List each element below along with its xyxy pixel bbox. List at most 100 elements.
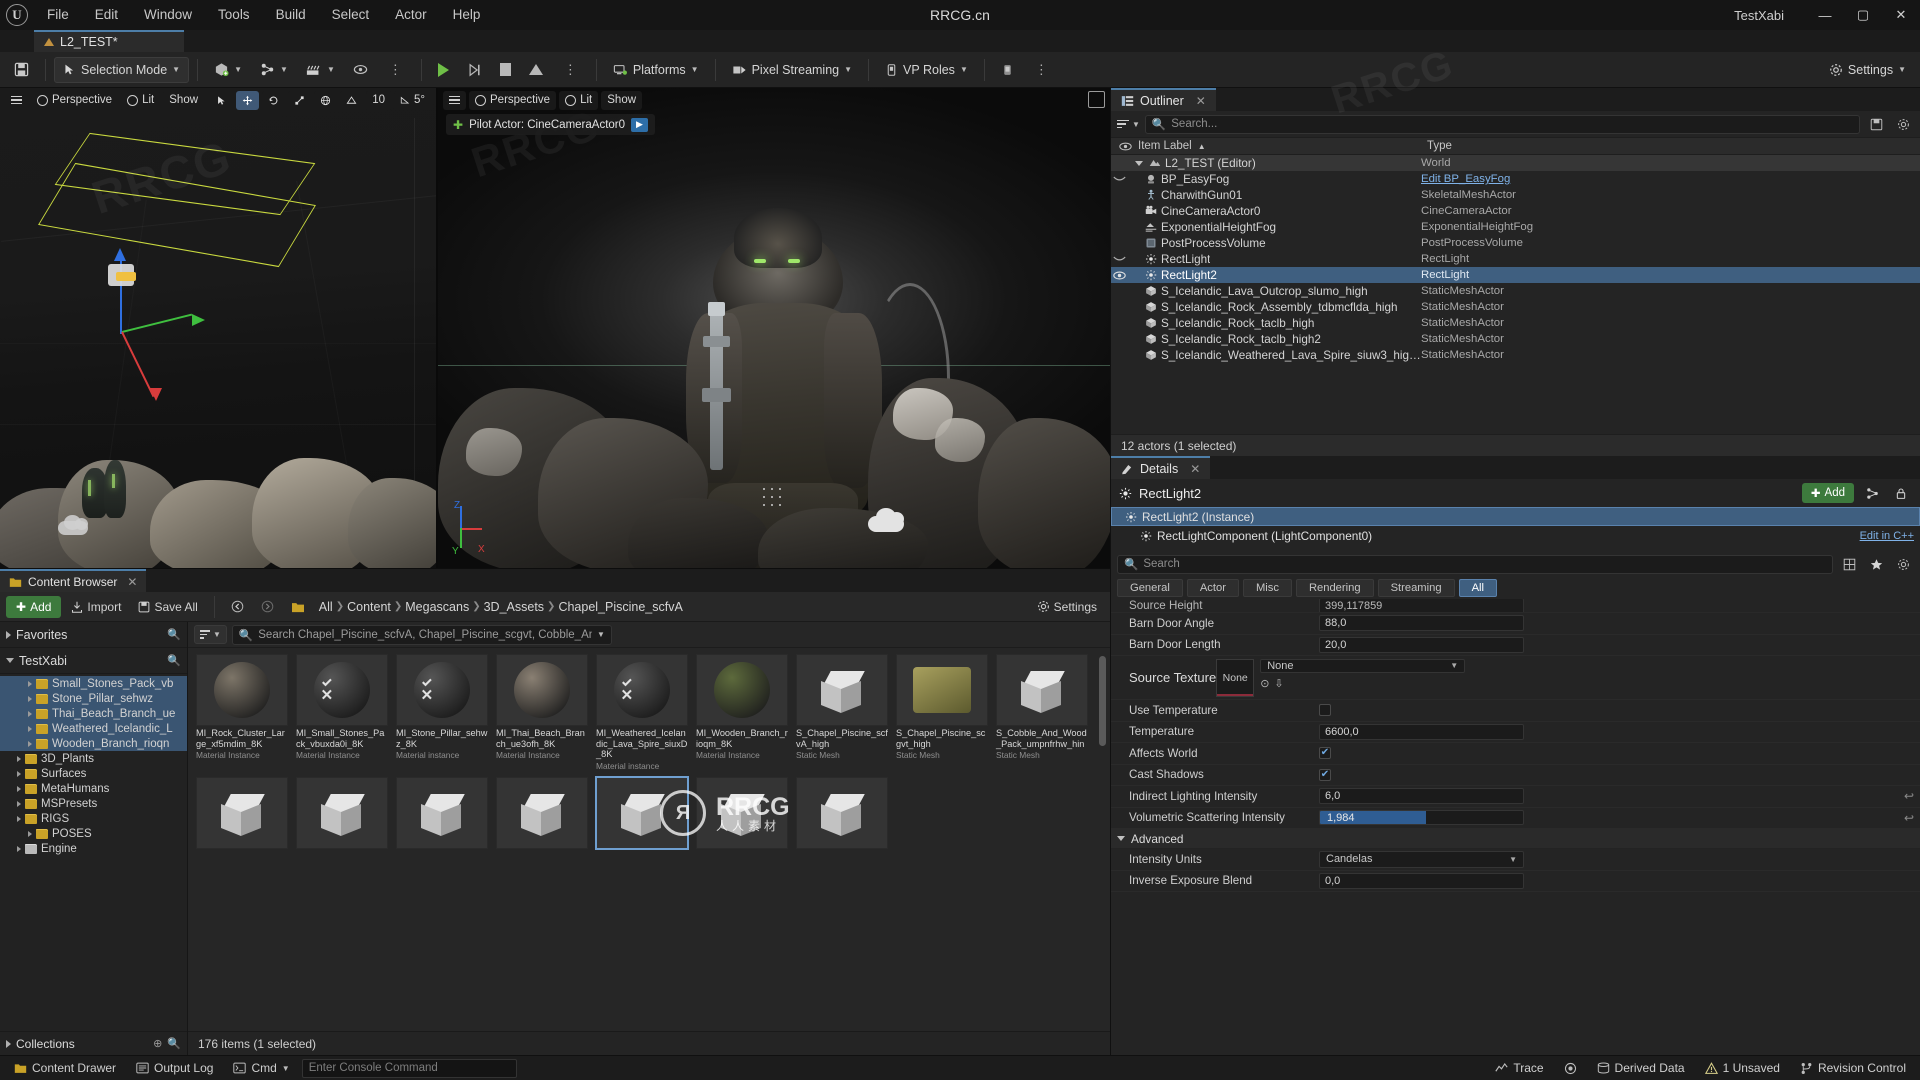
asset-search-input[interactable]: 🔍 Search Chapel_Piscine_scfvA, Chapel_Pi… [231,624,612,645]
eye-open-icon[interactable] [1111,271,1127,280]
add-button[interactable]: ✚ Add [6,595,62,618]
outliner-row[interactable]: BP_EasyFog Edit BP_EasyFog [1111,171,1920,187]
details-filter-tab-streaming[interactable]: Streaming [1377,579,1455,597]
component-row[interactable]: RectLightComponent (LightComponent0) Edit… [1111,526,1920,545]
menu-build[interactable]: Build [263,0,319,30]
viewport-right-menu-button[interactable] [443,90,466,110]
expander-icon[interactable] [17,800,21,807]
property-checkbox[interactable] [1319,747,1331,760]
cinematics-button[interactable]: ▼ [298,57,343,83]
level-tab[interactable]: L2_TEST* [34,30,184,52]
expander-icon[interactable] [28,680,32,687]
asset-tile[interactable] [296,776,396,849]
favorites-header[interactable]: Favorites 🔍 [0,622,187,648]
details-lock-icon[interactable] [1890,483,1912,503]
selection-mode-button[interactable]: Selection Mode ▼ [54,56,190,83]
grid-snap-value[interactable]: 10 [366,90,391,110]
settings-button[interactable]: Settings ▼ [1821,57,1914,83]
details-columns-icon[interactable] [1838,554,1860,574]
folder-tree-node[interactable]: RIGS [0,811,187,826]
maximize-button[interactable]: ▢ [1844,0,1882,30]
expander-icon[interactable] [28,830,32,837]
create-actor-button[interactable]: ▼ [206,57,250,83]
outliner-row[interactable]: S_Icelandic_Rock_Assembly_tdbmcflda_high… [1111,299,1920,315]
angle-snap-value[interactable]: 5° [394,90,431,110]
viewport-left-menu-button[interactable] [5,90,28,110]
viewport-maximize-button[interactable] [1088,91,1105,108]
tab-details[interactable]: Details ✕ [1111,456,1211,479]
outliner-col-item-label[interactable]: Item Label ▲ [1111,140,1421,152]
minimize-button[interactable]: — [1806,0,1844,30]
details-search-input[interactable]: 🔍 Search [1117,554,1833,574]
revision-control-button[interactable]: Revision Control [1792,1058,1914,1078]
details-settings-icon[interactable] [1892,554,1914,574]
breadcrumb-megascans[interactable]: Megascans [405,600,469,614]
details-favorite-icon[interactable] [1865,554,1887,574]
select-tool-button[interactable] [210,90,234,110]
asset-tile[interactable] [496,776,596,849]
outliner-row[interactable]: S_Icelandic_Rock_taclb_high StaticMeshAct… [1111,315,1920,331]
property-number-input[interactable]: 6600,0 [1319,723,1524,740]
outliner-search-input[interactable]: 🔍 Search... [1144,114,1860,134]
toolbar-overflow-2[interactable]: ⋮ [553,57,588,83]
play-button[interactable] [430,57,457,83]
advanced-section-header[interactable]: Advanced [1111,829,1920,849]
source-texture-dropdown[interactable]: None ▼ [1260,658,1466,673]
details-add-button[interactable]: ✚ Add [1801,483,1854,503]
expander-icon[interactable] [17,755,21,762]
eye-closed-icon[interactable] [1111,256,1127,263]
toolbar-overflow-1[interactable]: ⋮ [378,57,413,83]
asset-tile[interactable] [796,776,896,849]
console-command-input[interactable]: Enter Console Command [301,1058,517,1078]
folder-tree-node[interactable]: Wooden_Branch_rioqn [0,736,187,751]
details-filter-tab-rendering[interactable]: Rendering [1295,579,1374,597]
project-root-header[interactable]: TestXabi 🔍 [0,648,187,674]
pixel-streaming-button[interactable]: Pixel Streaming ▼ [724,57,860,83]
save-button[interactable] [6,57,37,83]
cmd-button[interactable]: Cmd ▼ [225,1058,297,1078]
use-selected-asset-icon[interactable]: ⇩ [1274,677,1283,690]
skip-button[interactable] [459,57,490,83]
unsaved-button[interactable]: 1 Unsaved [1697,1058,1788,1078]
stop-button[interactable] [492,57,519,83]
property-number-input[interactable]: 20,0 [1319,636,1524,653]
close-icon[interactable]: ✕ [127,575,137,589]
world-space-button[interactable] [314,90,338,110]
asset-tile[interactable]: MI_Small_Stones_Pack_vbuxda0i_8K Material… [296,654,396,771]
asset-tile[interactable]: MI_Thai_Beach_Branch_ue3ofh_8K Material I… [496,654,596,771]
close-icon[interactable]: ✕ [1196,94,1206,108]
trace-record-button[interactable] [1556,1058,1585,1078]
translate-tool-button[interactable] [236,90,260,110]
scale-tool-button[interactable] [288,90,312,110]
asset-tile[interactable]: MI_Wooden_Branch_rioqm_8K Material Instan… [696,654,796,771]
outliner-list[interactable]: L2_TEST (Editor) World BP_EasyFog Edit BP_E… [1111,155,1920,434]
folder-tree-node[interactable]: Engine [0,841,187,856]
folder-tree-node[interactable]: MetaHumans [0,781,187,796]
outliner-row[interactable]: S_Icelandic_Weathered_Lava_Spire_siuw3_h… [1111,347,1920,363]
breadcrumb-3d-assets[interactable]: 3D_Assets [484,600,544,614]
save-all-button[interactable]: Save All [131,596,204,618]
close-button[interactable]: ✕ [1882,0,1920,30]
property-checkbox[interactable] [1319,704,1331,717]
asset-tile[interactable]: S_Chapel_Piscine_scgvt_high Static Mesh [896,654,996,771]
expander-icon[interactable] [28,725,32,732]
expander-icon[interactable] [1135,160,1143,166]
outliner-row[interactable]: S_Icelandic_Rock_taclb_high2 StaticMeshAc… [1111,331,1920,347]
expander-icon[interactable] [28,710,32,717]
details-properties-list[interactable]: Source Height 399,117859 Barn Door Angle 88… [1111,599,1920,1055]
outliner-col-type[interactable]: Type [1421,140,1920,152]
virtual-production-button[interactable] [345,57,376,83]
tab-outliner[interactable]: Outliner ✕ [1111,88,1216,111]
asset-grid-scrollbar[interactable] [1099,656,1106,746]
asset-tile[interactable]: MI_Rock_Cluster_Large_xf5mdim_8K Material… [196,654,296,771]
folder-tree-node[interactable]: POSES [0,826,187,841]
component-list[interactable]: RectLight2 (Instance) RectLightComponent … [1111,507,1920,545]
outliner-save-icon[interactable] [1865,114,1887,134]
component-row[interactable]: RectLight2 (Instance) [1111,507,1920,526]
search-icon[interactable]: 🔍 [167,628,181,641]
chevron-down-icon[interactable]: ▼ [597,630,605,639]
camera-toggle-icon[interactable]: ▶ [631,117,649,132]
asset-grid-wrapper[interactable]: MI_Rock_Cluster_Large_xf5mdim_8K Material… [188,648,1110,1031]
viewport-right-show-button[interactable]: Show [601,90,643,110]
reset-to-default-icon[interactable]: ↩ [1904,789,1914,803]
